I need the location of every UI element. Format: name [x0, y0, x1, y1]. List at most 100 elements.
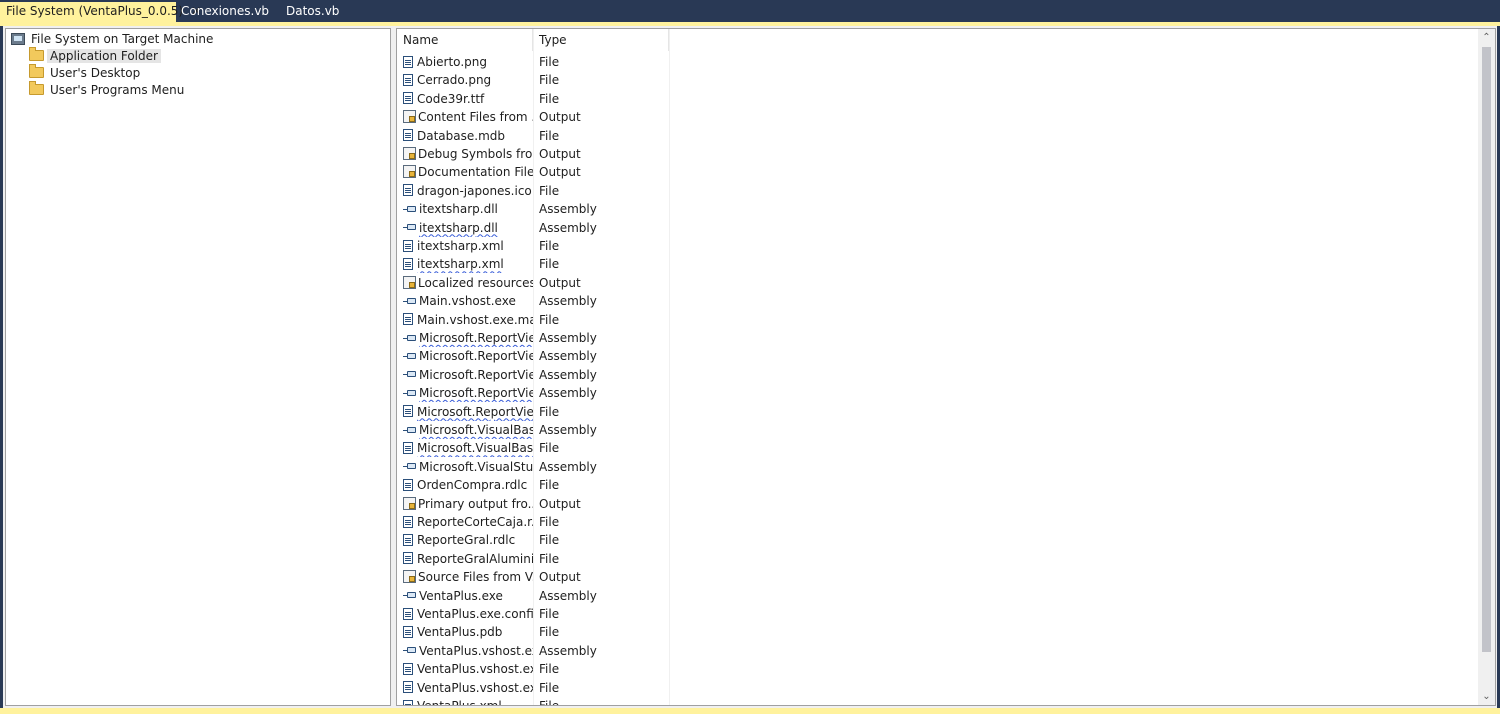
scroll-down-icon[interactable]: ⌄: [1478, 688, 1495, 705]
file-type-cell: File: [539, 441, 560, 456]
table-row[interactable]: Microsoft.ReportVie... Assembly: [397, 329, 669, 347]
scroll-thumb[interactable]: [1482, 47, 1491, 652]
file-type-cell: Output: [539, 147, 581, 161]
table-row[interactable]: Primary output fro... Output: [397, 495, 669, 513]
file-name-cell: Main.vshost.exe: [403, 292, 533, 310]
table-row[interactable]: Debug Symbols fro... Output: [397, 145, 669, 163]
table-row[interactable]: dragon-japones.ico File: [397, 182, 669, 200]
project-output-icon: [403, 147, 416, 160]
file-icon: [403, 699, 413, 705]
assembly-icon: [403, 297, 417, 305]
file-type-cell: File: [539, 533, 560, 548]
file-type-cell: Output: [539, 165, 581, 180]
table-row[interactable]: itextsharp.dll Assembly: [397, 219, 669, 237]
file-type-cell: Assembly: [539, 386, 597, 401]
file-list[interactable]: Name Type Abierto.png File Cerrado.png File…: [396, 28, 1496, 706]
file-name-cell: VentaPlus.exe.config: [403, 605, 533, 623]
file-name: Microsoft.ReportVie...: [417, 404, 533, 419]
table-row[interactable]: VentaPlus.exe Assembly: [397, 587, 669, 605]
file-type-cell: Assembly: [539, 459, 597, 474]
table-row[interactable]: VentaPlus.vshost.ex... File: [397, 660, 669, 678]
scroll-up-icon[interactable]: ⌃: [1478, 29, 1495, 46]
assembly-icon: [403, 646, 417, 654]
file-type-cell: Assembly: [539, 202, 597, 217]
tab-datos[interactable]: Datos.vb: [280, 2, 350, 22]
table-row[interactable]: Microsoft.VisualBas... File: [397, 439, 669, 457]
designer-window: File System (VentaPlus_0.0.5) ✕ Conexione…: [0, 0, 1500, 714]
file-type-cell: Output: [539, 275, 581, 290]
tab-file-system[interactable]: File System (VentaPlus_0.0.5) ✕: [0, 2, 201, 22]
assembly-icon: [403, 205, 417, 213]
folder-icon: [29, 81, 44, 95]
file-name: ReporteGral.rdlc: [417, 533, 516, 548]
file-type-cell: File: [539, 257, 560, 272]
table-row[interactable]: Microsoft.ReportVie... Assembly: [397, 347, 669, 365]
table-row[interactable]: Content Files from ... Output: [397, 108, 669, 126]
file-name: Microsoft.ReportVie...: [419, 386, 533, 401]
assembly-icon: [403, 591, 417, 599]
table-row[interactable]: Documentation File... Output: [397, 163, 669, 181]
table-row[interactable]: VentaPlus.xml File: [397, 697, 669, 705]
tree-item-users-programs-menu[interactable]: User's Programs Menu: [29, 81, 187, 99]
file-name-cell: Content Files from ...: [403, 108, 533, 126]
table-row[interactable]: Source Files from V... Output: [397, 568, 669, 586]
tree-root-label: File System on Target Machine: [31, 32, 214, 46]
file-type-cell: Assembly: [539, 423, 597, 437]
file-name-cell: OrdenCompra.rdlc: [403, 476, 533, 494]
file-name-cell: Primary output fro...: [403, 495, 533, 513]
tab-conexiones[interactable]: Conexiones.vb: [175, 2, 275, 22]
file-name: Microsoft.ReportVie...: [419, 349, 533, 364]
table-row[interactable]: ReporteGral.rdlc File: [397, 531, 669, 549]
column-header-type[interactable]: Type: [533, 29, 669, 51]
file-name: Localized resources ...: [418, 275, 533, 290]
table-row[interactable]: Microsoft.ReportVie... File: [397, 403, 669, 421]
table-row[interactable]: Cerrado.png File: [397, 71, 669, 89]
table-row[interactable]: Localized resources ... Output: [397, 274, 669, 292]
tree-root[interactable]: File System on Target Machine: [11, 31, 216, 48]
tree-item-users-desktop[interactable]: User's Desktop: [29, 64, 143, 82]
file-icon: [403, 257, 413, 270]
file-name: Microsoft.VisualBas...: [417, 441, 533, 456]
folder-tree[interactable]: File System on Target Machine Applicatio…: [5, 28, 391, 706]
file-name: itextsharp.xml: [417, 239, 504, 253]
file-name: Cerrado.png: [417, 73, 492, 88]
vertical-scrollbar[interactable]: ⌃ ⌄: [1478, 29, 1495, 705]
file-name: Primary output fro...: [418, 496, 533, 511]
table-row[interactable]: ReporteCorteCaja.r... File: [397, 513, 669, 531]
file-system-editor: File System on Target Machine Applicatio…: [3, 26, 1497, 708]
table-row[interactable]: Main.vshost.exe Assembly: [397, 292, 669, 310]
file-name-cell: itextsharp.xml: [403, 237, 533, 255]
file-name: VentaPlus.vshost.ex...: [417, 680, 533, 695]
column-header-name[interactable]: Name: [397, 29, 533, 51]
table-row[interactable]: VentaPlus.vshost.ex... File: [397, 679, 669, 697]
file-type-cell: File: [539, 680, 560, 695]
table-row[interactable]: Microsoft.VisualStu... Assembly: [397, 458, 669, 476]
file-name-cell: VentaPlus.xml: [403, 697, 533, 705]
file-name: VentaPlus.exe.config: [417, 607, 533, 621]
file-type-cell: File: [539, 607, 560, 621]
table-row[interactable]: itextsharp.xml File: [397, 237, 669, 255]
table-row[interactable]: ReporteGralAlumini... File: [397, 550, 669, 568]
table-row[interactable]: Microsoft.ReportVie... Assembly: [397, 384, 669, 402]
file-name-cell: VentaPlus.vshost.ex...: [403, 679, 533, 697]
file-icon: [403, 515, 413, 528]
table-row[interactable]: Main.vshost.exe.ma... File: [397, 311, 669, 329]
table-row[interactable]: Abierto.png File: [397, 53, 669, 71]
table-row[interactable]: itextsharp.xml File: [397, 255, 669, 273]
file-name-cell: ReporteCorteCaja.r...: [403, 513, 533, 531]
table-row[interactable]: VentaPlus.vshost.exe Assembly: [397, 642, 669, 660]
table-row[interactable]: Code39r.ttf File: [397, 90, 669, 108]
tree-item-application-folder[interactable]: Application Folder: [29, 47, 161, 65]
table-row[interactable]: itextsharp.dll Assembly: [397, 200, 669, 218]
table-row[interactable]: VentaPlus.exe.config File: [397, 605, 669, 623]
table-row[interactable]: Microsoft.VisualBas... Assembly: [397, 421, 669, 439]
file-name-cell: Microsoft.ReportVie...: [403, 366, 533, 384]
table-row[interactable]: OrdenCompra.rdlc File: [397, 476, 669, 494]
file-name: Source Files from V...: [418, 570, 533, 585]
file-icon: [403, 129, 413, 142]
file-icon: [403, 239, 413, 252]
table-row[interactable]: VentaPlus.pdb File: [397, 623, 669, 641]
document-tab-strip: File System (VentaPlus_0.0.5) ✕ Conexione…: [0, 0, 1500, 22]
table-row[interactable]: Database.mdb File: [397, 127, 669, 145]
table-row[interactable]: Microsoft.ReportVie... Assembly: [397, 366, 669, 384]
